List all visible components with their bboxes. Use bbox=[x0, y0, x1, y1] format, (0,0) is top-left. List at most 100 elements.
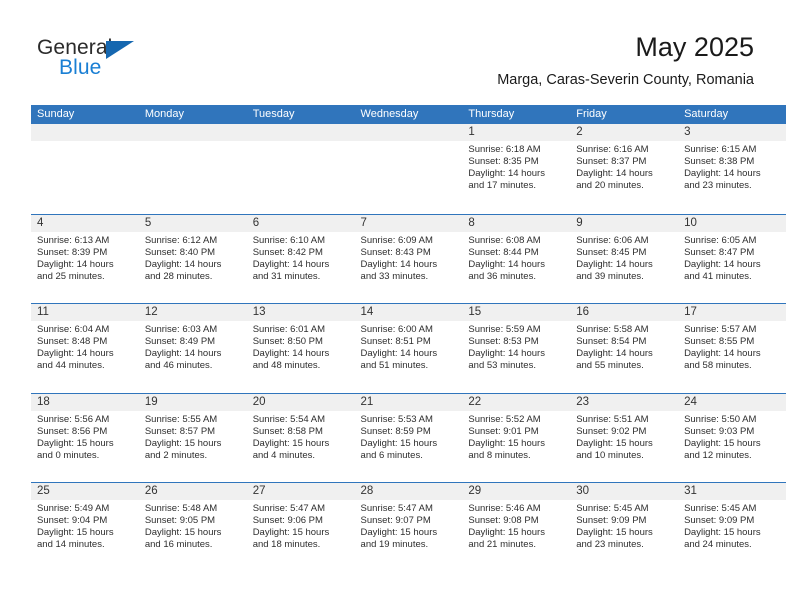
sunrise-text: Sunrise: 6:18 AM bbox=[468, 144, 541, 155]
calendar-day-cell[interactable]: 9 Sunrise: 6:06 AM Sunset: 8:45 PM Daylight… bbox=[570, 214, 679, 303]
day-sun-info: Sunrise: 6:16 AM Sunset: 8:37 PM Daylight:… bbox=[570, 141, 678, 192]
sunrise-text: Sunrise: 5:59 AM bbox=[468, 324, 541, 335]
day-number: 12 bbox=[138, 304, 247, 321]
daylight-text-line1: Daylight: 15 hours bbox=[684, 437, 761, 449]
daylight-text-line1: Daylight: 14 hours bbox=[37, 258, 114, 270]
day-sun-info: Sunrise: 6:12 AM Sunset: 8:40 PM Daylight:… bbox=[139, 232, 247, 283]
daylight-text-line1: Daylight: 14 hours bbox=[37, 348, 114, 360]
day-number: 2 bbox=[570, 124, 679, 141]
day-sun-info: Sunrise: 5:51 AM Sunset: 9:02 PM Daylight:… bbox=[570, 411, 678, 462]
sunrise-text: Sunrise: 5:56 AM bbox=[37, 413, 110, 425]
daylight-text-line1: Daylight: 14 hours bbox=[468, 168, 545, 180]
calendar-day-cell[interactable]: 6 Sunrise: 6:10 AM Sunset: 8:42 PM Daylight… bbox=[246, 214, 355, 303]
day-sun-info: Sunrise: 6:05 AM Sunset: 8:47 PM Daylight:… bbox=[678, 232, 786, 283]
sunset-text: Sunset: 9:01 PM bbox=[468, 425, 539, 437]
calendar-day-cell[interactable]: 28 Sunrise: 5:47 AM Sunset: 9:07 PM Dayligh… bbox=[354, 483, 463, 572]
daylight-text-line1: Daylight: 14 hours bbox=[360, 348, 438, 360]
sunrise-text: Sunrise: 5:58 AM bbox=[576, 324, 649, 335]
page-header: General Blue May 2025 Marga, Caras-Sever… bbox=[0, 0, 792, 104]
title-block: May 2025 Marga, Caras-Severin County, Ro… bbox=[497, 30, 754, 90]
sunrise-text: Sunrise: 6:05 AM bbox=[684, 234, 757, 246]
day-number: 13 bbox=[246, 304, 355, 321]
calendar-day-cell[interactable]: 2 Sunrise: 6:16 AM Sunset: 8:37 PM Daylight… bbox=[570, 124, 679, 214]
day-number: 1 bbox=[462, 124, 571, 141]
sunset-text: Sunset: 8:40 PM bbox=[144, 246, 216, 258]
day-number: 10 bbox=[678, 214, 786, 232]
sunset-text: Sunset: 8:58 PM bbox=[252, 425, 323, 437]
calendar-day-cell[interactable]: 10 Sunrise: 6:05 AM Sunset: 8:47 PM Dayligh… bbox=[678, 214, 786, 303]
day-number: 18 bbox=[31, 393, 139, 411]
day-sun-info: Sunrise: 6:18 AM Sunset: 8:35 PM Daylight:… bbox=[462, 141, 570, 192]
sunrise-text: Sunrise: 6:13 AM bbox=[37, 234, 110, 246]
sunset-text: Sunset: 9:02 PM bbox=[576, 425, 647, 437]
day-sun-info: Sunrise: 6:01 AM Sunset: 8:50 PM Daylight:… bbox=[247, 321, 355, 372]
calendar-day-cell[interactable]: 3 Sunrise: 6:15 AM Sunset: 8:38 PM Daylight… bbox=[678, 124, 786, 214]
calendar-day-cell[interactable]: 13 Sunrise: 6:01 AM Sunset: 8:50 PM Dayligh… bbox=[246, 304, 355, 393]
calendar-day-cell[interactable]: 19 Sunrise: 5:55 AM Sunset: 8:57 PM Dayligh… bbox=[138, 393, 247, 482]
day-sun-info: Sunrise: 6:04 AM Sunset: 8:48 PM Daylight:… bbox=[31, 321, 139, 372]
day-number: 4 bbox=[31, 214, 139, 232]
calendar-day-cell[interactable]: 8 Sunrise: 6:08 AM Sunset: 8:44 PM Daylight… bbox=[462, 214, 571, 303]
daylight-text-line2: and 31 minutes. bbox=[252, 270, 321, 282]
daylight-text-line1: Daylight: 14 hours bbox=[144, 258, 222, 270]
calendar-day-cell[interactable]: 18 Sunrise: 5:56 AM Sunset: 8:56 PM Dayligh… bbox=[31, 393, 139, 482]
calendar-day-cell[interactable]: 24 Sunrise: 5:50 AM Sunset: 9:03 PM Dayligh… bbox=[678, 393, 786, 482]
sunrise-text: Sunrise: 5:49 AM bbox=[37, 503, 110, 514]
sunrise-text: Sunrise: 5:47 AM bbox=[252, 503, 326, 514]
calendar-day-cell[interactable]: 1 Sunrise: 6:18 AM Sunset: 8:35 PM Daylight… bbox=[462, 124, 571, 214]
weekday-header-saturday: Saturday bbox=[684, 108, 729, 120]
daylight-text-line1: Daylight: 14 hours bbox=[684, 258, 761, 270]
calendar-day-cell[interactable]: 12 Sunrise: 6:03 AM Sunset: 8:49 PM Dayligh… bbox=[138, 304, 247, 393]
daylight-text-line2: and 12 minutes. bbox=[684, 449, 752, 461]
daylight-text-line2: and 41 minutes. bbox=[684, 270, 752, 282]
day-number: 20 bbox=[246, 393, 355, 411]
sunset-text: Sunset: 9:07 PM bbox=[360, 515, 431, 527]
calendar-day-cell[interactable]: 29 Sunrise: 5:46 AM Sunset: 9:08 PM Dayligh… bbox=[462, 483, 571, 572]
daylight-text-line2: and 20 minutes. bbox=[576, 180, 644, 192]
calendar-day-cell[interactable]: 21 Sunrise: 5:53 AM Sunset: 8:59 PM Dayligh… bbox=[354, 393, 463, 482]
calendar-day-cell[interactable]: 5 Sunrise: 6:12 AM Sunset: 8:40 PM Daylight… bbox=[138, 214, 247, 303]
calendar-day-cell[interactable]: 16 Sunrise: 5:58 AM Sunset: 8:54 PM Dayligh… bbox=[570, 304, 679, 393]
day-sun-info: Sunrise: 5:59 AM Sunset: 8:53 PM Daylight:… bbox=[462, 321, 570, 372]
calendar-day-cell[interactable]: 22 Sunrise: 5:52 AM Sunset: 9:01 PM Dayligh… bbox=[462, 393, 571, 482]
daylight-text-line1: Daylight: 14 hours bbox=[360, 258, 438, 270]
sunrise-text: Sunrise: 5:48 AM bbox=[144, 503, 218, 514]
calendar-day-cell[interactable]: 15 Sunrise: 5:59 AM Sunset: 8:53 PM Dayligh… bbox=[462, 304, 571, 393]
daylight-text-line1: Daylight: 14 hours bbox=[684, 348, 761, 360]
daylight-text-line2: and 46 minutes. bbox=[144, 360, 213, 372]
sunset-text: Sunset: 8:53 PM bbox=[468, 336, 539, 348]
daylight-text-line2: and 14 minutes. bbox=[37, 539, 105, 551]
calendar-day-cell[interactable]: 17 Sunrise: 5:57 AM Sunset: 8:55 PM Dayligh… bbox=[678, 304, 786, 393]
sunrise-text: Sunrise: 5:55 AM bbox=[144, 413, 218, 425]
calendar-day-cell[interactable]: 27 Sunrise: 5:47 AM Sunset: 9:06 PM Dayligh… bbox=[246, 483, 355, 572]
sunset-text: Sunset: 8:42 PM bbox=[252, 246, 323, 258]
calendar-day-cell[interactable]: 7 Sunrise: 6:09 AM Sunset: 8:43 PM Daylight… bbox=[354, 214, 463, 303]
calendar-day-cell[interactable]: 14 Sunrise: 6:00 AM Sunset: 8:51 PM Dayligh… bbox=[354, 304, 463, 393]
daylight-text-line1: Daylight: 15 hours bbox=[360, 437, 438, 449]
daylight-text-line2: and 4 minutes. bbox=[252, 449, 316, 461]
day-number: 30 bbox=[570, 483, 679, 500]
daylight-text-line1: Daylight: 14 hours bbox=[576, 348, 653, 360]
calendar-day-cell[interactable]: 31 Sunrise: 5:45 AM Sunset: 9:09 PM Dayligh… bbox=[678, 483, 786, 572]
calendar-day-cell[interactable]: 25 Sunrise: 5:49 AM Sunset: 9:04 PM Dayligh… bbox=[31, 483, 139, 572]
weekday-header-friday: Friday bbox=[576, 108, 607, 120]
general-blue-logo[interactable]: General Blue bbox=[37, 36, 237, 86]
sunrise-text: Sunrise: 6:16 AM bbox=[576, 144, 649, 155]
daylight-text-line2: and 18 minutes. bbox=[252, 539, 321, 551]
daylight-text-line2: and 2 minutes. bbox=[144, 449, 208, 461]
calendar-day-cell[interactable]: 26 Sunrise: 5:48 AM Sunset: 9:05 PM Dayligh… bbox=[138, 483, 247, 572]
day-number: 29 bbox=[462, 483, 571, 500]
day-number: 28 bbox=[354, 483, 463, 500]
sunset-text: Sunset: 8:55 PM bbox=[684, 336, 755, 348]
sunrise-text: Sunrise: 5:47 AM bbox=[360, 503, 433, 514]
calendar-day-cell[interactable]: 23 Sunrise: 5:51 AM Sunset: 9:02 PM Dayligh… bbox=[570, 393, 679, 482]
calendar-day-cell[interactable]: 20 Sunrise: 5:54 AM Sunset: 8:58 PM Dayligh… bbox=[246, 393, 355, 482]
day-sun-info: Sunrise: 5:49 AM Sunset: 9:04 PM Daylight:… bbox=[31, 500, 139, 551]
calendar-day-cell[interactable]: 4 Sunrise: 6:13 AM Sunset: 8:39 PM Daylight… bbox=[31, 214, 139, 303]
daylight-text-line2: and 55 minutes. bbox=[576, 360, 644, 372]
daylight-text-line2: and 36 minutes. bbox=[468, 270, 536, 282]
calendar-day-cell[interactable]: 30 Sunrise: 5:45 AM Sunset: 9:09 PM Dayligh… bbox=[570, 483, 679, 572]
day-sun-info: Sunrise: 6:13 AM Sunset: 8:39 PM Daylight:… bbox=[31, 232, 139, 283]
calendar-day-cell[interactable]: 11 Sunrise: 6:04 AM Sunset: 8:48 PM Dayligh… bbox=[31, 304, 139, 393]
sunset-text: Sunset: 9:09 PM bbox=[684, 515, 755, 527]
